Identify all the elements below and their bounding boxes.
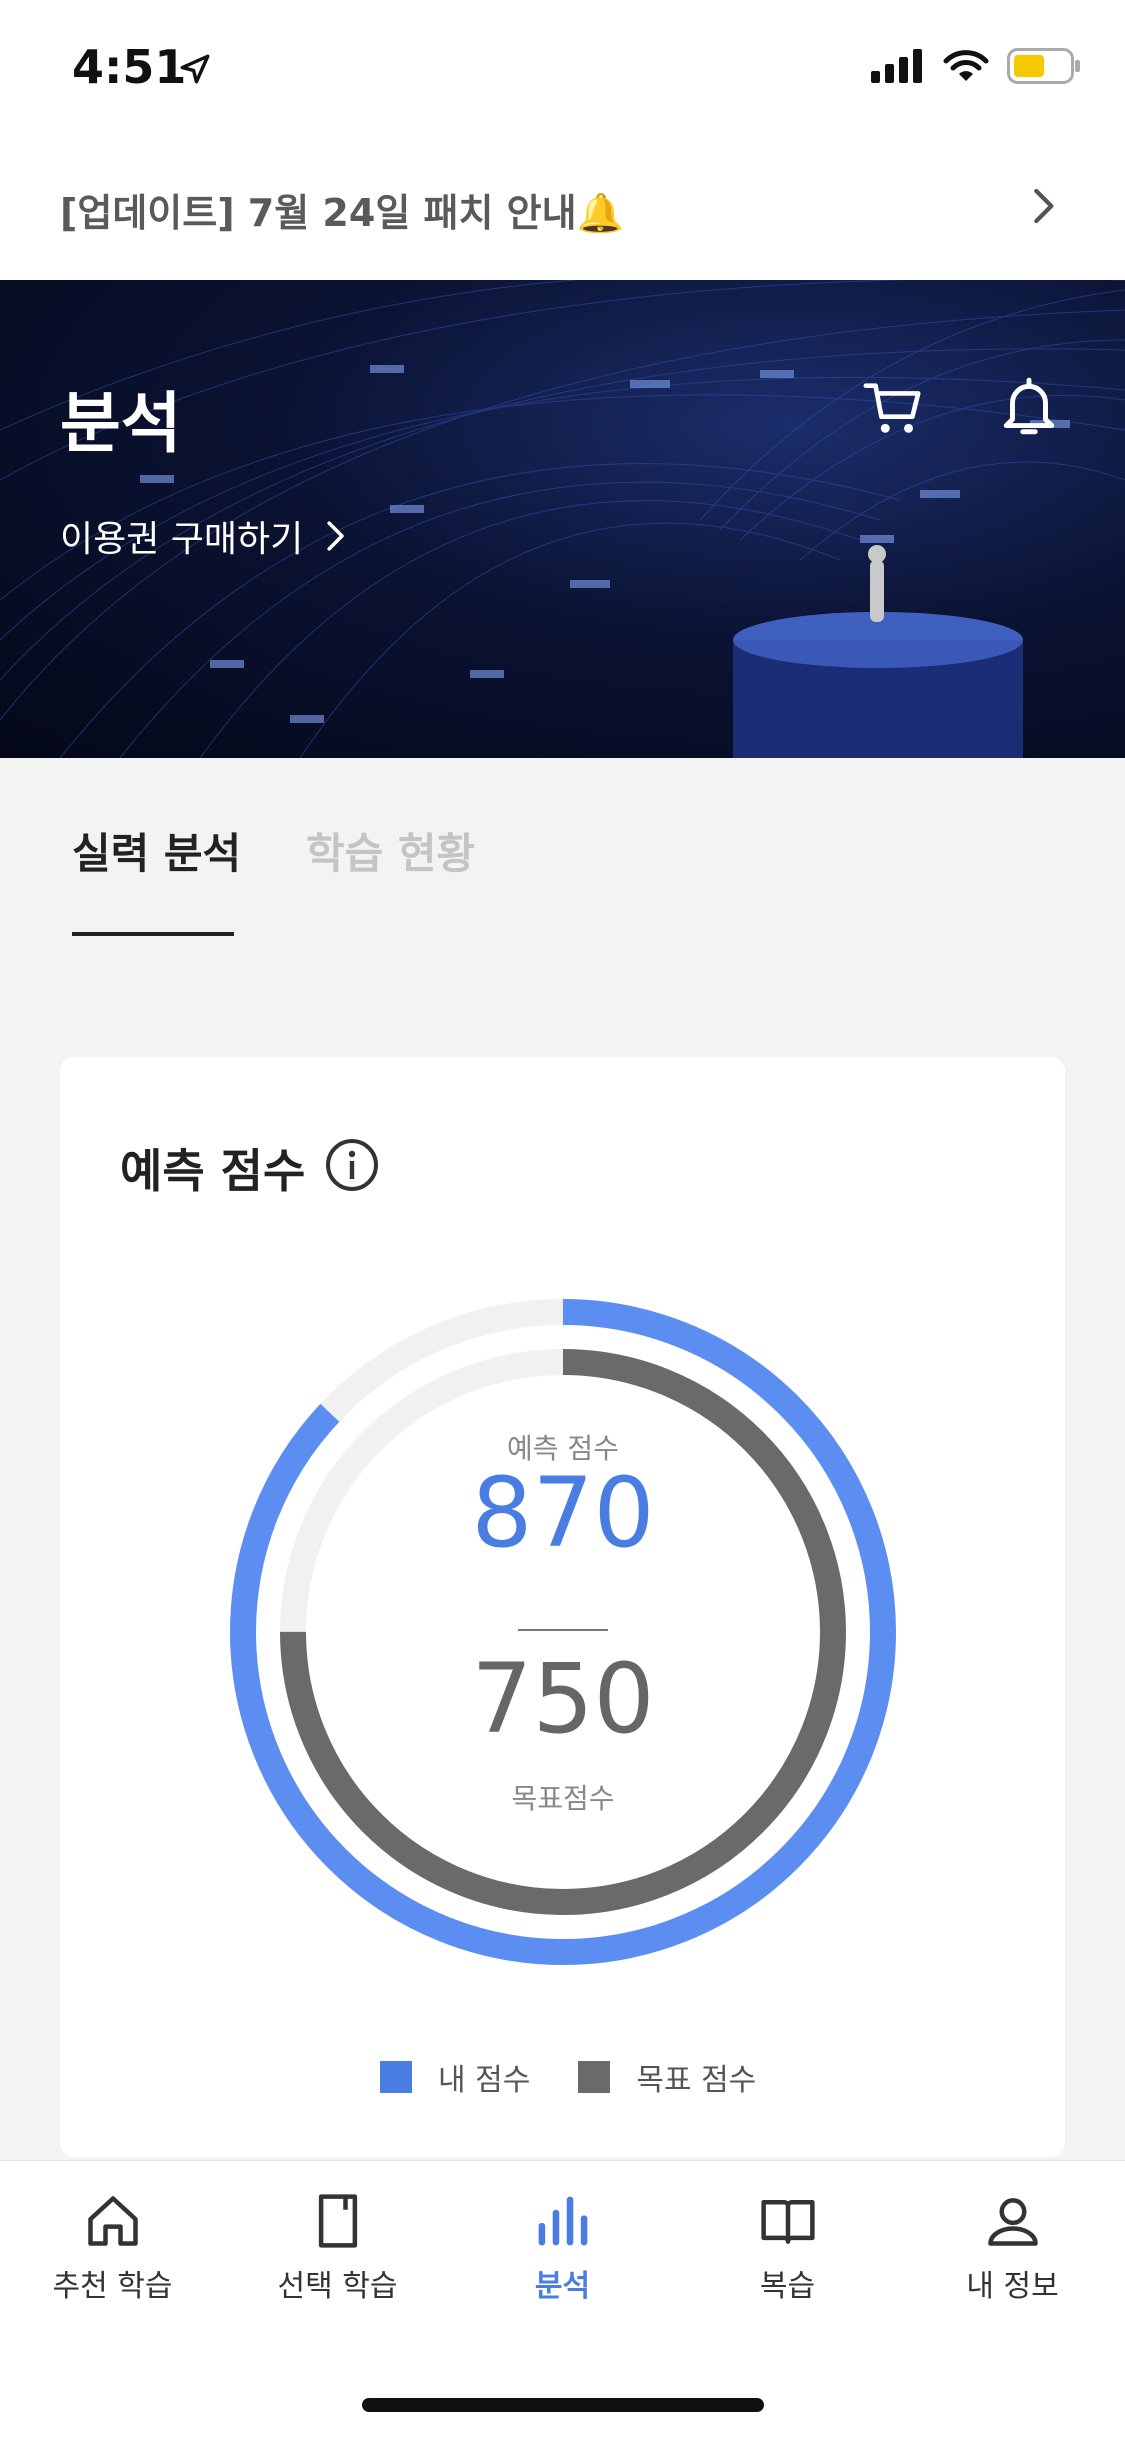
tabbar-item-recommended[interactable]: 추천 학습	[0, 2191, 225, 2305]
tabbar-label: 내 정보	[966, 2269, 1059, 2304]
score-donut-chart: 예측 점수 870 750 목표점수	[228, 1297, 898, 1967]
legend-swatch-gray	[578, 2061, 611, 2093]
hero-title: 분석	[60, 385, 182, 462]
tabbar-item-review[interactable]: 복습	[675, 2191, 900, 2305]
target-score-label: 목표점수	[511, 1782, 615, 1815]
status-bar: 4:51	[0, 0, 1125, 140]
book-icon	[318, 2194, 357, 2248]
score-center: 예측 점수 870 750 목표점수	[228, 1297, 898, 1967]
cart-icon[interactable]	[862, 376, 924, 438]
tab-skill-analysis[interactable]: 실력 분석	[72, 820, 241, 881]
predicted-score-card: 예측 점수 예측 점수 870 750 목표점수 내 점수 목표 점수	[60, 1057, 1065, 2157]
legend-item-my-score: 내 점수	[380, 2055, 530, 2099]
tabbar-label: 분석	[534, 2269, 591, 2304]
status-icons	[871, 48, 1081, 84]
predicted-score-value: 870	[471, 1457, 655, 1569]
purchase-pass-label: 이용권 구매하기	[60, 519, 304, 560]
user-icon	[987, 2198, 1038, 2246]
battery-icon	[1007, 48, 1080, 84]
tab-learning-status[interactable]: 학습 현황	[306, 820, 475, 881]
bottom-tab-bar: 추천 학습 선택 학습 분석 복습 내 정보	[0, 2160, 1125, 2437]
home-indicator	[362, 2398, 764, 2412]
tabbar-item-my-info[interactable]: 내 정보	[900, 2191, 1125, 2305]
tabbar-label: 추천 학습	[52, 2269, 173, 2304]
legend-item-target-score: 목표 점수	[578, 2055, 756, 2099]
bell-icon[interactable]	[996, 374, 1062, 440]
chevron-right-icon	[327, 521, 345, 551]
card-title: 예측 점수	[120, 1144, 306, 1198]
tabbar-item-analysis[interactable]: 분석	[450, 2191, 675, 2305]
legend-swatch-blue	[380, 2061, 412, 2093]
chart-legend: 내 점수 목표 점수	[380, 2055, 804, 2099]
notice-text: [업데이트] 7월 24일 패치 안내🔔	[60, 191, 624, 235]
analysis-tabs: 실력 분석 학습 현황	[0, 758, 1125, 938]
location-arrow-icon	[180, 54, 210, 84]
target-score-value: 750	[471, 1643, 655, 1755]
signal-icon	[871, 49, 922, 83]
hero-banner: 분석 이용권 구매하기	[0, 280, 1125, 758]
chevron-right-icon	[1034, 188, 1054, 224]
purchase-pass-link[interactable]: 이용권 구매하기	[60, 510, 349, 562]
tabbar-label: 선택 학습	[277, 2269, 398, 2304]
divider	[518, 1629, 608, 1631]
open-book-icon	[760, 2200, 815, 2244]
active-tab-indicator	[72, 932, 234, 936]
status-time: 4:51	[72, 40, 187, 94]
info-icon[interactable]	[324, 1137, 380, 1193]
legend-label: 내 점수	[438, 2063, 531, 2098]
bar-chart-icon	[538, 2196, 587, 2246]
tabbar-item-selected[interactable]: 선택 학습	[225, 2191, 450, 2305]
home-icon	[87, 2196, 138, 2246]
tabbar-label: 복습	[759, 2269, 816, 2304]
wifi-icon	[943, 50, 989, 81]
notice-banner[interactable]: [업데이트] 7월 24일 패치 안내🔔	[0, 140, 1125, 281]
legend-label: 목표 점수	[636, 2063, 757, 2098]
